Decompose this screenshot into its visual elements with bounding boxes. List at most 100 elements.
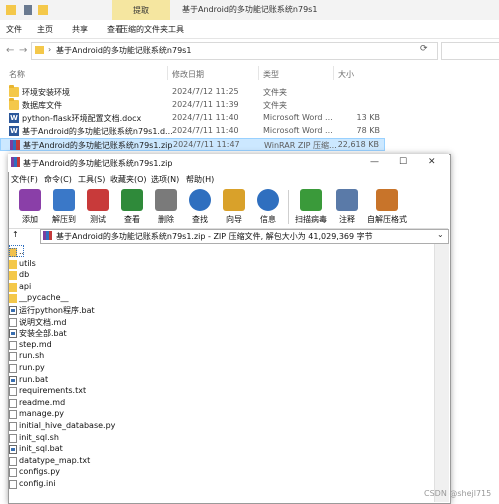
word-icon: W [9, 113, 19, 123]
list-item[interactable]: config.ini [9, 479, 429, 491]
file-row[interactable]: W python-flask环境配置文档.docx 2024/7/11 11:4… [0, 112, 385, 124]
search-input[interactable] [441, 42, 499, 60]
file-name: 基于Android的多功能记账系统n79s1.d... [22, 127, 173, 136]
list-item[interactable]: api [9, 282, 429, 294]
breadcrumb[interactable]: 基于Android的多功能记账系统n79s1 [56, 45, 191, 56]
file-icon [9, 422, 17, 431]
column-header-date[interactable]: 修改日期 [172, 69, 204, 80]
up-one-level-button[interactable]: ↑ [12, 230, 19, 239]
delete-button[interactable]: 删除 [148, 189, 184, 225]
extract-to-icon [53, 189, 75, 211]
list-item[interactable]: run.sh [9, 351, 429, 363]
properties-icon[interactable] [24, 5, 32, 15]
comment-icon [336, 189, 358, 211]
file-icon [9, 352, 17, 362]
delete-icon [155, 189, 177, 211]
list-item[interactable]: run.py [9, 363, 429, 375]
list-item[interactable]: db [9, 270, 429, 282]
back-arrow-icon[interactable]: ← [6, 45, 14, 56]
list-item[interactable]: 安装全部.bat [9, 328, 429, 340]
list-item[interactable]: utils [9, 259, 429, 271]
column-header-name[interactable]: 名称 [9, 69, 25, 80]
tab-share[interactable]: 共享 [72, 24, 88, 35]
column-divider[interactable] [167, 66, 168, 80]
comment-button[interactable]: 注释 [329, 189, 365, 225]
menu-options[interactable]: 选项(N) [151, 174, 179, 185]
file-row[interactable]: W 基于Android的多功能记账系统n79s1.d... 2024/7/11 … [0, 125, 385, 137]
list-item[interactable]: 运行python程序.bat [9, 305, 429, 317]
list-item[interactable]: init_sql.bat [9, 444, 429, 456]
column-header-type[interactable]: 类型 [263, 69, 279, 80]
view-button[interactable]: 查看 [114, 189, 150, 225]
file-icon [9, 468, 17, 478]
column-divider[interactable] [258, 66, 259, 80]
vertical-scrollbar[interactable] [434, 244, 449, 502]
virus-scan-button[interactable]: 扫描病毒 [293, 189, 329, 225]
extract-to-button[interactable]: 解压到 [46, 189, 82, 225]
batch-file-icon [9, 445, 17, 455]
test-icon [87, 189, 109, 211]
file-icon [9, 340, 17, 350]
ribbon-context-tab[interactable]: 提取 [112, 0, 170, 20]
tab-compressed-folder-tools[interactable]: 压缩的文件夹工具 [120, 24, 184, 35]
file-row-selected[interactable]: 基于Android的多功能记账系统n79s1.zip 2024/7/11 11:… [0, 138, 385, 151]
column-header-size[interactable]: 大小 [338, 69, 354, 80]
refresh-icon[interactable]: ⟳ [420, 44, 428, 54]
list-item[interactable]: .. [9, 247, 429, 259]
chevron-down-icon[interactable]: ⌄ [437, 230, 444, 239]
file-row[interactable]: 环境安装环境 2024/7/12 11:25 文件夹 [0, 85, 385, 98]
file-row[interactable]: 数据库文件 2024/7/11 11:39 文件夹 [0, 98, 385, 111]
file-date: 2024/7/11 11:47 [173, 140, 240, 149]
wizard-icon [223, 189, 245, 211]
file-icon [9, 364, 17, 373]
list-item[interactable]: init_sql.sh [9, 433, 429, 445]
list-item[interactable]: step.md [9, 340, 429, 352]
list-item[interactable]: 说明文档.md [9, 317, 429, 329]
menu-tools[interactable]: 工具(S) [78, 174, 105, 185]
menu-command[interactable]: 命令(C) [44, 174, 72, 185]
list-item[interactable]: manage.py [9, 409, 429, 421]
file-icon [9, 398, 17, 408]
minimize-icon[interactable]: — [370, 157, 379, 167]
list-item[interactable]: readme.md [9, 398, 429, 410]
test-button[interactable]: 测试 [80, 189, 116, 225]
list-item[interactable]: __pycache__ [9, 293, 429, 305]
wizard-button[interactable]: 向导 [216, 189, 252, 225]
batch-file-icon [9, 306, 17, 315]
file-icon [9, 433, 17, 443]
file-type: Microsoft Word ... [263, 113, 333, 122]
add-button[interactable]: 添加 [12, 189, 48, 225]
maximize-icon[interactable]: ☐ [399, 157, 407, 167]
file-size: 22,618 KB [337, 140, 379, 149]
menu-favorites[interactable]: 收藏夹(O) [110, 174, 147, 185]
watermark: CSDN @shejl715 [424, 489, 492, 498]
tab-file[interactable]: 文件 [6, 24, 22, 35]
list-item[interactable]: configs.py [9, 467, 429, 479]
parent-folder-icon [9, 248, 17, 257]
file-date: 2024/7/11 11:40 [172, 126, 239, 135]
column-divider[interactable] [333, 66, 334, 80]
find-button[interactable]: 查找 [182, 189, 218, 225]
list-item[interactable]: datatype_map.txt [9, 456, 429, 468]
batch-file-icon [9, 329, 17, 339]
sfx-button[interactable]: 自解压格式 [366, 189, 408, 225]
file-type: WinRAR ZIP 压缩... [264, 141, 337, 150]
new-folder-icon[interactable] [38, 5, 48, 15]
menu-file[interactable]: 文件(F) [11, 174, 38, 185]
virus-scan-icon [300, 189, 322, 211]
view-icon [121, 189, 143, 211]
list-item[interactable]: requirements.txt [9, 386, 429, 398]
list-item[interactable]: initial_hive_database.py [9, 421, 429, 433]
file-icon [9, 480, 17, 489]
close-icon[interactable]: ✕ [428, 157, 436, 167]
file-date: 2024/7/12 11:25 [172, 87, 239, 96]
file-icon [9, 456, 17, 466]
menu-help[interactable]: 帮助(H) [186, 174, 214, 185]
info-icon [257, 189, 279, 211]
list-item[interactable]: run.bat [9, 375, 429, 387]
file-icon [9, 387, 17, 397]
folder-icon [9, 259, 17, 269]
info-button[interactable]: 信息 [250, 189, 286, 225]
forward-arrow-icon[interactable]: → [19, 45, 27, 56]
tab-home[interactable]: 主页 [37, 24, 53, 35]
